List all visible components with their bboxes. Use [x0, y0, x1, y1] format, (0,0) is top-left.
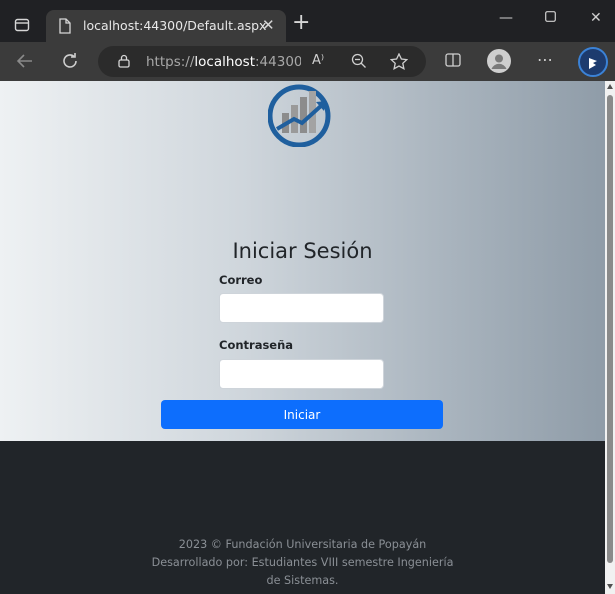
- tab-strip: localhost:44300/Default.aspx ✕ + — ✕: [0, 0, 615, 42]
- lock-icon[interactable]: [118, 54, 130, 68]
- scroll-up-icon[interactable]: [607, 84, 613, 89]
- tab-actions-button[interactable]: [8, 11, 36, 39]
- email-field[interactable]: [219, 293, 384, 323]
- close-icon[interactable]: ✕: [262, 16, 275, 34]
- maximize-icon[interactable]: [545, 10, 556, 26]
- browser-toolbar: https://localhost:44300... A⁾ ⋯: [0, 42, 615, 81]
- page-icon: [59, 18, 71, 34]
- read-aloud-icon[interactable]: A⁾: [312, 53, 324, 68]
- address-bar[interactable]: https://localhost:44300... A⁾: [98, 46, 426, 77]
- zoom-out-icon[interactable]: [351, 53, 367, 73]
- login-title: Iniciar Sesión: [232, 239, 373, 263]
- url-text[interactable]: https://localhost:44300...: [146, 54, 301, 70]
- login-button[interactable]: Iniciar: [161, 400, 443, 429]
- split-screen-icon[interactable]: [445, 52, 461, 72]
- footer-line-2: Desarrollado por: Estudiantes VIII semes…: [151, 556, 454, 569]
- footer-line-1: 2023 © Fundación Universitaria de Popayá…: [178, 538, 427, 551]
- email-label: Correo: [219, 273, 263, 287]
- tab-actions-icon: [14, 18, 30, 32]
- vertical-scrollbar[interactable]: [605, 81, 615, 594]
- back-icon[interactable]: [16, 52, 34, 74]
- logo-icon: [268, 84, 331, 147]
- bing-icon[interactable]: [578, 47, 608, 81]
- browser-tab[interactable]: localhost:44300/Default.aspx ✕: [46, 10, 286, 42]
- profile-icon[interactable]: [487, 49, 511, 77]
- scroll-thumb[interactable]: [607, 95, 613, 563]
- favorite-star-icon[interactable]: [389, 52, 409, 74]
- window-close-icon[interactable]: ✕: [590, 10, 602, 26]
- footer: 2023 © Fundación Universitaria de Popayá…: [0, 536, 605, 590]
- tab-title: localhost:44300/Default.aspx: [83, 18, 267, 33]
- password-label: Contraseña: [219, 338, 294, 352]
- new-tab-icon[interactable]: +: [292, 12, 310, 34]
- password-field[interactable]: [219, 359, 384, 389]
- footer-line-3: de Sistemas.: [266, 574, 339, 587]
- page-viewport: Iniciar Sesión Correo Contraseña Iniciar…: [0, 81, 605, 594]
- refresh-icon[interactable]: [61, 52, 79, 74]
- scroll-down-icon[interactable]: [607, 584, 613, 589]
- more-icon[interactable]: ⋯: [537, 50, 553, 69]
- minimize-icon[interactable]: —: [499, 10, 513, 26]
- login-section: Iniciar Sesión Correo Contraseña Iniciar: [0, 81, 605, 441]
